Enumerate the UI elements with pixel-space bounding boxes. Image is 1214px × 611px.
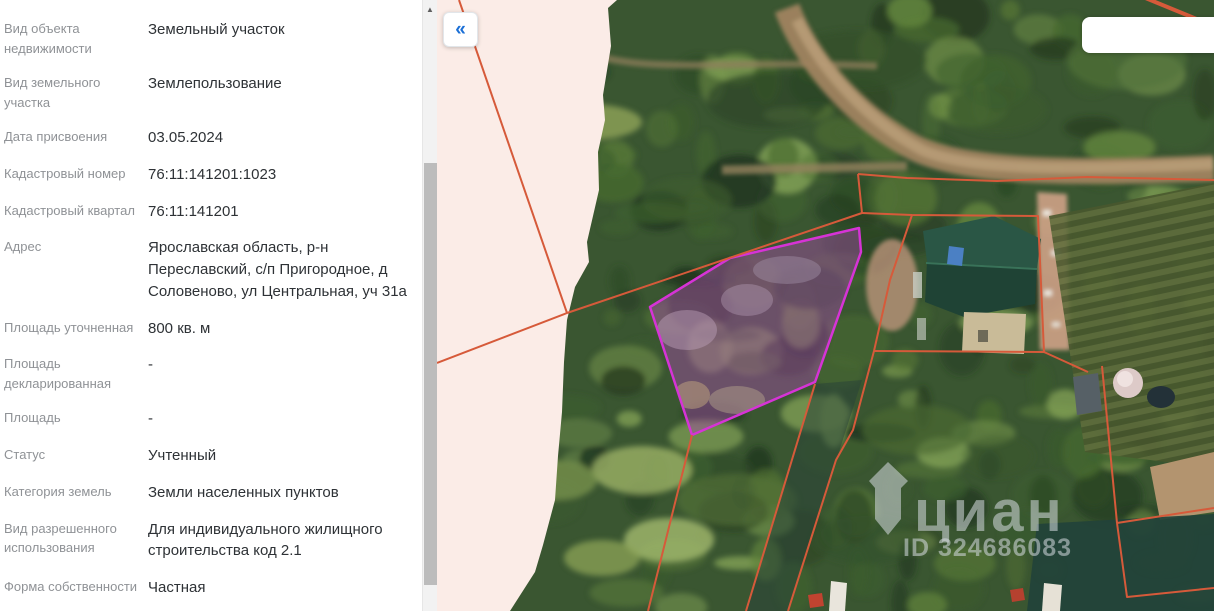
field-value: 800 кв. м: [148, 318, 412, 340]
field-label: Площадь: [4, 408, 142, 430]
field-value: Землепользование: [148, 73, 412, 112]
cadastral-map-app: Вид объекта недвижимостиЗемельный участо…: [0, 0, 1214, 611]
field-label: Дата присвоения: [4, 127, 142, 149]
map-canvas[interactable]: циан ID 324686083 «: [437, 0, 1214, 611]
search-box[interactable]: [1082, 17, 1214, 53]
watermark-id: ID 324686083: [903, 534, 1072, 562]
info-row: Площадь-: [4, 408, 412, 430]
info-row: Вид объекта недвижимостиЗемельный участо…: [4, 19, 412, 58]
field-value: Ярославская область, р-н Переславский, с…: [148, 237, 412, 302]
field-value: -: [148, 408, 412, 430]
panel-scrollbar[interactable]: ▲: [422, 0, 437, 611]
field-label: Кадастровый номер: [4, 164, 142, 186]
field-value: -: [148, 354, 412, 393]
field-label: Адрес: [4, 237, 142, 302]
field-value: Земли населенных пунктов: [148, 482, 412, 504]
info-row: Площадь декларированная-: [4, 354, 412, 393]
field-value: Земельный участок: [148, 19, 412, 58]
field-value: Для индивидуального жилищного строительс…: [148, 519, 412, 563]
scrollbar-thumb[interactable]: [424, 163, 437, 585]
field-label: Форма собственности: [4, 577, 142, 599]
info-row: Категория земель Земли населенных пунктов: [4, 482, 412, 504]
info-row: АдресЯрославская область, р-н Переславск…: [4, 237, 412, 302]
field-value: Учтенный: [148, 445, 412, 467]
satellite-map: циан ID 324686083: [437, 0, 1214, 611]
field-value: Частная: [148, 577, 412, 599]
collapse-panel-button[interactable]: «: [443, 12, 478, 47]
field-label: Кадастровый квартал: [4, 201, 142, 223]
field-value: 03.05.2024: [148, 127, 412, 149]
field-label: Категория земель: [4, 482, 142, 504]
field-label: Площадь декларированная: [4, 354, 142, 393]
field-label: Вид разрешенного использования: [4, 519, 142, 563]
chevron-double-left-icon: «: [455, 19, 466, 41]
field-value: 76:11:141201:1023: [148, 164, 412, 186]
info-row: Вид разрешенного использованияДля индиви…: [4, 519, 412, 563]
info-row: Дата присвоения 03.05.2024: [4, 127, 412, 149]
info-row: Площадь уточненная 800 кв. м: [4, 318, 412, 340]
object-info-panel: Вид объекта недвижимостиЗемельный участо…: [0, 0, 422, 611]
info-row: Кадастровый номер 76:11:141201:1023: [4, 164, 412, 186]
info-row: Форма собственности Частная: [4, 577, 412, 599]
field-label: Площадь уточненная: [4, 318, 142, 340]
info-row: Статус Учтенный: [4, 445, 412, 467]
info-row: Кадастровый квартал 76:11:141201: [4, 201, 412, 223]
info-row: Вид земельного участкаЗемлепользование: [4, 73, 412, 112]
field-label: Вид объекта недвижимости: [4, 19, 142, 58]
field-label: Статус: [4, 445, 142, 467]
field-label: Вид земельного участка: [4, 73, 142, 112]
scroll-up-icon[interactable]: ▲: [423, 5, 437, 15]
field-value: 76:11:141201: [148, 201, 412, 223]
